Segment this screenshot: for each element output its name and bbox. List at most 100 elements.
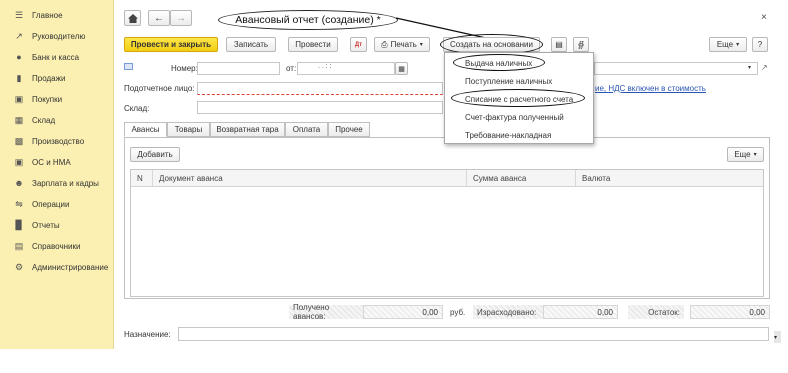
- chevron-down-icon[interactable]: ▾: [748, 64, 751, 71]
- sidebar-item-label: Администрирование: [32, 262, 109, 272]
- sidebar-item-9[interactable]: ⇋ Операции: [0, 194, 114, 214]
- menu-item-cash-receipt[interactable]: Поступление наличных: [445, 73, 593, 90]
- sidebar-item-6[interactable]: ▩ Производство: [0, 131, 114, 151]
- sidebar-item-2[interactable]: ● Банк и касса: [0, 47, 114, 67]
- more-button[interactable]: Еще ▾: [709, 37, 747, 52]
- date-field[interactable]: . . : :: [297, 62, 395, 75]
- sidebar-item-3[interactable]: ▮ Продажи: [0, 68, 114, 88]
- print-label: Печать: [390, 40, 417, 49]
- create-based-on-menu: Выдача наличных Поступление наличных Спи…: [444, 52, 594, 144]
- create-based-on-button[interactable]: Создать на основании: [443, 37, 540, 52]
- add-button[interactable]: Добавить: [130, 147, 180, 162]
- menu-item-cash-issue[interactable]: Выдача наличных: [445, 55, 593, 72]
- chevron-down-icon: ▾: [753, 152, 757, 158]
- balance-value: 0,00: [690, 305, 770, 319]
- forward-button[interactable]: →: [170, 10, 192, 26]
- scrollbar[interactable]: ▾: [774, 331, 781, 343]
- post-button[interactable]: Провести: [288, 37, 338, 52]
- column-header-advance-document[interactable]: Документ аванса: [153, 170, 467, 187]
- sidebar-item-label: Справочники: [32, 241, 81, 251]
- menu-item-invoice-received[interactable]: Счет-фактура полученный: [445, 109, 593, 126]
- tab-payment[interactable]: Оплата: [285, 122, 328, 137]
- back-button[interactable]: ←: [148, 10, 170, 26]
- sidebar-item-label: Руководителю: [32, 31, 86, 41]
- document-icon: ▤: [555, 40, 563, 49]
- close-icon[interactable]: ×: [761, 12, 767, 23]
- chevron-down-icon: ▾: [419, 42, 423, 48]
- spent-label: Израсходовано:: [473, 305, 543, 319]
- tab-returnable-containers[interactable]: Возвратная тара: [210, 122, 285, 137]
- shopping-bag-icon: ▮: [16, 72, 22, 83]
- more-label: Еще: [716, 40, 734, 49]
- sidebar-item-8[interactable]: ☻ Зарплата и кадры: [0, 173, 114, 193]
- cart-icon: ▣: [14, 93, 24, 104]
- paperclip-icon: ∯: [577, 40, 585, 49]
- sidebar-item-label: Главное: [32, 10, 63, 20]
- arrow-right-icon: →: [176, 12, 186, 24]
- sidebar-item-4[interactable]: ▣ Покупки: [0, 89, 114, 109]
- post-label: Провести: [295, 40, 331, 49]
- menu-item-requisition[interactable]: Требование-накладная: [445, 127, 593, 144]
- person-icon: ☻: [14, 177, 24, 188]
- calendar-icon: ▦: [398, 65, 405, 73]
- vat-link[interactable]: ие, НДС включен в стоимость: [595, 84, 706, 93]
- number-label: Номер:: [171, 64, 198, 73]
- person-label: Подотчетное лицо:: [124, 84, 195, 93]
- building-icon: ▣: [14, 156, 24, 167]
- print-button[interactable]: ⎙ Печать ▾: [374, 37, 430, 52]
- sidebar-item-1[interactable]: ↗ Руководителю: [0, 26, 114, 46]
- factory-icon: ▩: [14, 135, 24, 146]
- sidebar-item-label: Отчеты: [32, 220, 60, 230]
- advances-table[interactable]: N Документ аванса Сумма аванса Валюта: [130, 169, 764, 297]
- trend-chart-icon: ↗: [15, 30, 23, 41]
- tab-other[interactable]: Прочее: [328, 122, 370, 137]
- help-button[interactable]: ?: [752, 37, 768, 52]
- save-label: Записать: [233, 40, 269, 49]
- help-label: ?: [757, 40, 763, 49]
- menu-lines-icon: ☰: [14, 9, 24, 20]
- sidebar-item-label: Банк и касса: [32, 52, 80, 62]
- number-field[interactable]: [197, 62, 280, 75]
- column-header-currency[interactable]: Валюта: [576, 170, 763, 187]
- organization-field[interactable]: [594, 62, 758, 75]
- tab-advances[interactable]: Авансы: [124, 122, 167, 137]
- sidebar-item-11[interactable]: ▤ Справочники: [0, 236, 114, 256]
- column-header-n[interactable]: N: [131, 170, 153, 187]
- purpose-field[interactable]: [178, 327, 769, 341]
- document-state-icon: [124, 63, 133, 70]
- warehouse-label: Склад:: [124, 104, 150, 113]
- sidebar-item-0[interactable]: ☰ Главное: [0, 5, 114, 25]
- dt-kt-button[interactable]: Дт: [350, 37, 367, 52]
- received-advances-value: 0,00: [363, 305, 443, 319]
- date-value: . . : :: [318, 63, 332, 70]
- post-and-close-label: Провести и закрыть: [130, 40, 212, 49]
- sidebar-item-label: Склад: [32, 115, 56, 125]
- sidebar-item-5[interactable]: ▦ Склад: [0, 110, 114, 130]
- document-button[interactable]: ▤: [551, 37, 567, 52]
- accountable-person-field[interactable]: [197, 82, 443, 95]
- sidebar-item-12[interactable]: ⚙ Администрирование: [0, 257, 114, 277]
- open-link-icon[interactable]: ↗: [761, 63, 768, 72]
- sidebar-item-10[interactable]: ▉ Отчеты: [0, 215, 114, 235]
- balance-label: Остаток:: [628, 305, 684, 319]
- warehouse-field[interactable]: [197, 101, 443, 114]
- add-label: Добавить: [137, 150, 173, 159]
- purpose-label: Назначение:: [124, 330, 171, 339]
- sidebar-item-label: Зарплата и кадры: [32, 178, 99, 188]
- tab-goods[interactable]: Товары: [167, 122, 210, 137]
- panel-more-button[interactable]: Еще ▾: [727, 147, 764, 162]
- save-button[interactable]: Записать: [226, 37, 276, 52]
- currency-label: руб.: [450, 307, 466, 317]
- column-header-advance-amount[interactable]: Сумма аванса: [467, 170, 576, 187]
- calendar-button[interactable]: ▦: [395, 62, 408, 75]
- page-title-text: Авансовый отчет (создание) *: [235, 14, 381, 26]
- menu-item-bank-write-off[interactable]: Списание с расчетного счета: [445, 91, 593, 108]
- home-icon: [127, 13, 138, 23]
- spent-value: 0,00: [543, 305, 618, 319]
- home-button[interactable]: [124, 10, 141, 26]
- sidebar-item-7[interactable]: ▣ ОС и НМА: [0, 152, 114, 172]
- attachment-button[interactable]: ∯: [573, 37, 589, 52]
- operations-icon: ⇋: [15, 198, 23, 209]
- post-and-close-button[interactable]: Провести и закрыть: [124, 37, 218, 52]
- chevron-down-icon: ▾: [774, 335, 778, 341]
